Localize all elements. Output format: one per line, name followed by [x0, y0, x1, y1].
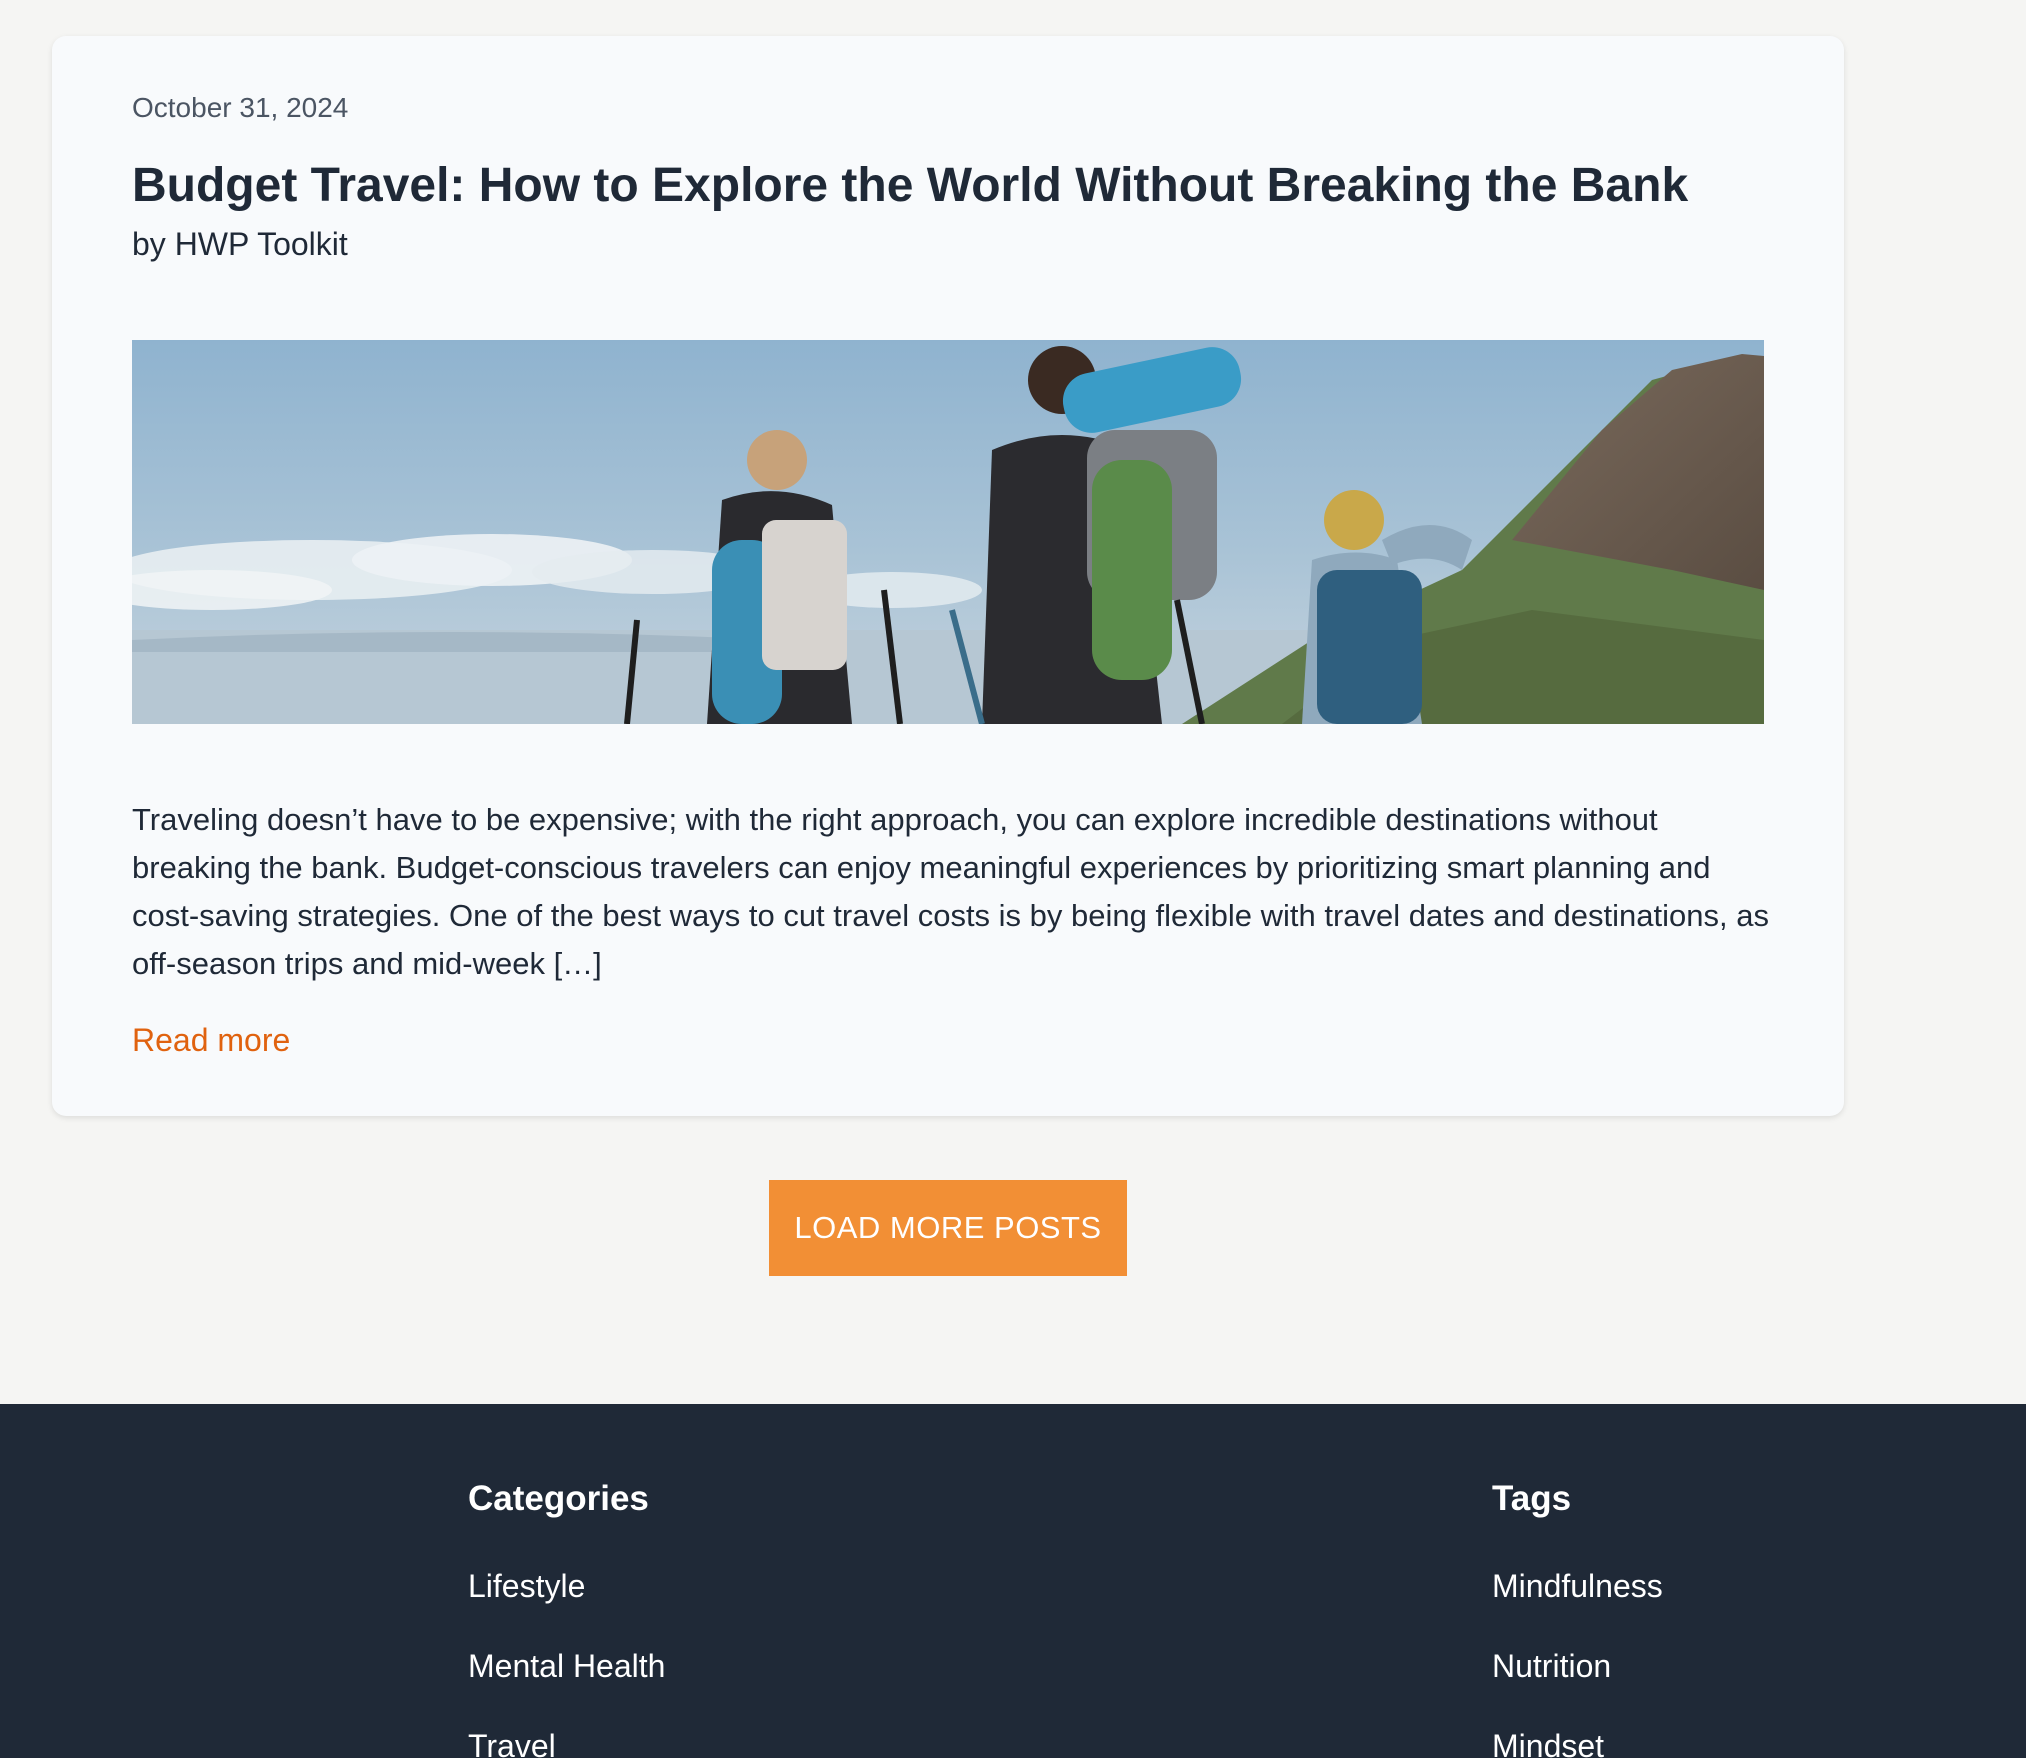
- read-more-link[interactable]: Read more: [132, 1022, 290, 1059]
- category-link-travel[interactable]: Travel: [468, 1728, 556, 1758]
- categories-heading: Categories: [468, 1479, 649, 1518]
- category-item: Lifestyle: [468, 1568, 585, 1605]
- footer-categories: Categories Lifestyle Mental Health Trave…: [468, 1474, 665, 1758]
- post-title[interactable]: Budget Travel: How to Explore the World …: [132, 158, 1688, 213]
- tag-link-nutrition[interactable]: Nutrition: [1492, 1648, 1611, 1684]
- post-author: by HWP Toolkit: [132, 226, 348, 262]
- post-card: October 31, 2024 Budget Travel: How to E…: [52, 36, 1844, 1116]
- tag-link-mindset[interactable]: Mindset: [1492, 1728, 1604, 1758]
- hikers-photo: [132, 340, 1764, 724]
- category-item: Travel: [468, 1728, 556, 1758]
- footer-tags: Tags Mindfulness Nutrition Mindset: [1492, 1474, 1663, 1758]
- site-footer: Categories Lifestyle Mental Health Trave…: [0, 1404, 2026, 1758]
- tags-heading: Tags: [1492, 1479, 1572, 1518]
- tag-item: Nutrition: [1492, 1648, 1611, 1685]
- tag-item: Mindfulness: [1492, 1568, 1663, 1605]
- tag-item: Mindset: [1492, 1728, 1604, 1758]
- post-excerpt: Traveling doesn’t have to be expensive; …: [132, 802, 1769, 981]
- category-link-mental-health[interactable]: Mental Health: [468, 1648, 665, 1684]
- post-featured-image[interactable]: [132, 340, 1764, 724]
- post-date: October 31, 2024: [132, 92, 349, 123]
- load-more-posts-button[interactable]: LOAD MORE POSTS: [769, 1180, 1127, 1276]
- tag-link-mindfulness[interactable]: Mindfulness: [1492, 1568, 1663, 1604]
- category-link-lifestyle[interactable]: Lifestyle: [468, 1568, 585, 1604]
- category-item: Mental Health: [468, 1648, 665, 1685]
